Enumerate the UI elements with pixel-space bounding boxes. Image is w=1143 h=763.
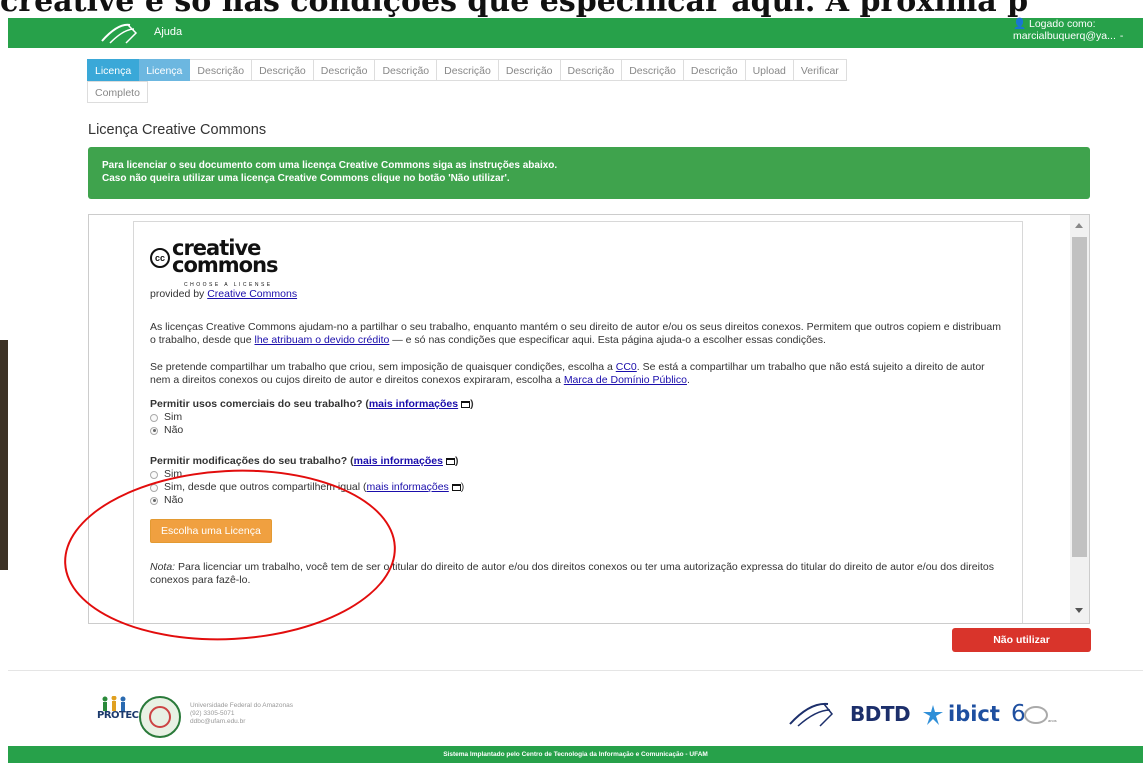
- bdtd-logo-icon: [789, 702, 834, 727]
- public-domain-link[interactable]: Marca de Domínio Público: [564, 374, 687, 386]
- caret-icon: -: [1119, 30, 1124, 42]
- choose-license-button[interactable]: Escolha uma Licença: [150, 519, 272, 543]
- nao-utilizar-button[interactable]: Não utilizar: [952, 628, 1091, 652]
- user-menu[interactable]: 👤 Logado como: marcialbuquerq@ya... -: [1013, 18, 1133, 42]
- tab-descricao-3[interactable]: Descrição: [313, 59, 376, 81]
- ufam-seal-icon: [139, 696, 181, 738]
- creative-commons-logo: cc creative commons CHOOSE A LICENSE: [150, 236, 1006, 288]
- user-icon: 👤: [1013, 18, 1027, 30]
- scroll-thumb[interactable]: [1072, 237, 1087, 557]
- tab-descricao-8[interactable]: Descrição: [622, 59, 684, 81]
- modifications-option-sharealike[interactable]: Sim, desde que outros compartilhem igual…: [150, 481, 1006, 494]
- commercial-question: Permitir usos comerciais do seu trabalho…: [150, 398, 474, 410]
- bdtd-logo-text: BDTD: [850, 702, 911, 726]
- modifications-option-sim[interactable]: Sim: [150, 468, 1006, 481]
- cc-license-frame[interactable]: cc creative commons CHOOSE A LICENSE prov…: [88, 214, 1090, 624]
- cc-logo-subtitle: CHOOSE A LICENSE: [184, 282, 273, 288]
- tab-descricao-5[interactable]: Descrição: [437, 59, 499, 81]
- tab-licenca-2[interactable]: Licença: [139, 59, 191, 81]
- user-email: marcialbuquerq@ya...: [1013, 30, 1116, 42]
- commercial-option-sim[interactable]: Sim: [150, 411, 1006, 424]
- tab-descricao-6[interactable]: Descrição: [498, 59, 561, 81]
- alert-line-2: Caso não queira utilizar uma licença Cre…: [102, 173, 510, 184]
- modifications-option-nao[interactable]: Não: [150, 494, 1006, 507]
- ufam-contact: Universidade Federal do Amazonas (92) 33…: [190, 702, 293, 725]
- more-info-link-commercial[interactable]: mais informações: [369, 398, 458, 410]
- tab-completo[interactable]: Completo: [87, 81, 148, 103]
- radio-icon[interactable]: [150, 470, 158, 479]
- info-alert: Para licenciar o seu documento com uma l…: [88, 147, 1090, 199]
- more-info-link-modifications[interactable]: mais informações: [354, 455, 443, 467]
- cc0-link[interactable]: CC0: [616, 361, 637, 373]
- attribution-link[interactable]: lhe atribuam o devido crédito: [255, 334, 390, 346]
- tab-licenca-1[interactable]: Licença: [87, 59, 140, 81]
- radio-icon[interactable]: [150, 483, 158, 492]
- scroll-down-arrow-icon[interactable]: [1075, 608, 1083, 613]
- tab-descricao-2[interactable]: Descrição: [252, 59, 314, 81]
- more-info-link-sharealike[interactable]: mais informações: [367, 481, 449, 494]
- cc0-paragraph: Se pretende compartilhar um trabalho que…: [150, 361, 985, 386]
- tab-descricao-4[interactable]: Descrição: [375, 59, 438, 81]
- external-window-icon: [451, 484, 461, 491]
- commercial-option-nao[interactable]: Não: [150, 424, 1006, 437]
- tab-descricao-1[interactable]: Descrição: [190, 59, 253, 81]
- protec-logo: PROTEC: [97, 695, 139, 726]
- top-navbar: Ajuda 👤 Logado como: marcialbuquerq@ya..…: [8, 18, 1143, 48]
- scroll-up-arrow-icon[interactable]: [1075, 223, 1083, 228]
- ibict-logo: ibict 6 anos: [922, 701, 1072, 732]
- ibict-60-ring-icon: [1024, 706, 1048, 724]
- tab-upload[interactable]: Upload: [745, 59, 794, 81]
- tab-descricao-7[interactable]: Descrição: [560, 59, 623, 81]
- intro-paragraph: As licenças Creative Commons ajudam-no a…: [150, 321, 1001, 346]
- alert-line-1: Para licenciar o seu documento com uma l…: [102, 160, 558, 171]
- footer-bottom-bar: Sistema Implantado pelo Centro de Tecnol…: [8, 746, 1143, 763]
- page-title: Licença Creative Commons: [88, 122, 267, 138]
- provided-by: provided by Creative Commons: [150, 288, 298, 300]
- radio-icon[interactable]: [150, 413, 158, 422]
- frame-scrollbar[interactable]: [1070, 215, 1089, 623]
- radio-selected-icon[interactable]: [150, 426, 158, 435]
- external-window-icon: [445, 458, 455, 465]
- logged-as-label: Logado como:: [1029, 18, 1096, 30]
- cc-icon: cc: [150, 248, 170, 268]
- site-logo-icon[interactable]: [100, 21, 140, 45]
- radio-selected-icon[interactable]: [150, 496, 158, 505]
- modifications-question: Permitir modificações do seu trabalho? (…: [150, 455, 459, 467]
- workflow-tabs: Licença Licença Descrição Descrição Desc…: [87, 59, 1047, 103]
- cc-logo-wordmark: creative commons: [172, 236, 279, 277]
- ibict-star-icon: [923, 705, 943, 725]
- cc-chooser: cc creative commons CHOOSE A LICENSE prov…: [133, 221, 1023, 623]
- external-window-icon: [461, 401, 471, 408]
- footer-divider: [8, 670, 1143, 671]
- background-left-strip: [0, 340, 8, 570]
- note-paragraph: Nota: Para licenciar um trabalho, você t…: [150, 561, 994, 586]
- help-link[interactable]: Ajuda: [154, 26, 182, 38]
- tab-verificar[interactable]: Verificar: [793, 59, 847, 81]
- tab-descricao-9[interactable]: Descrição: [683, 59, 746, 81]
